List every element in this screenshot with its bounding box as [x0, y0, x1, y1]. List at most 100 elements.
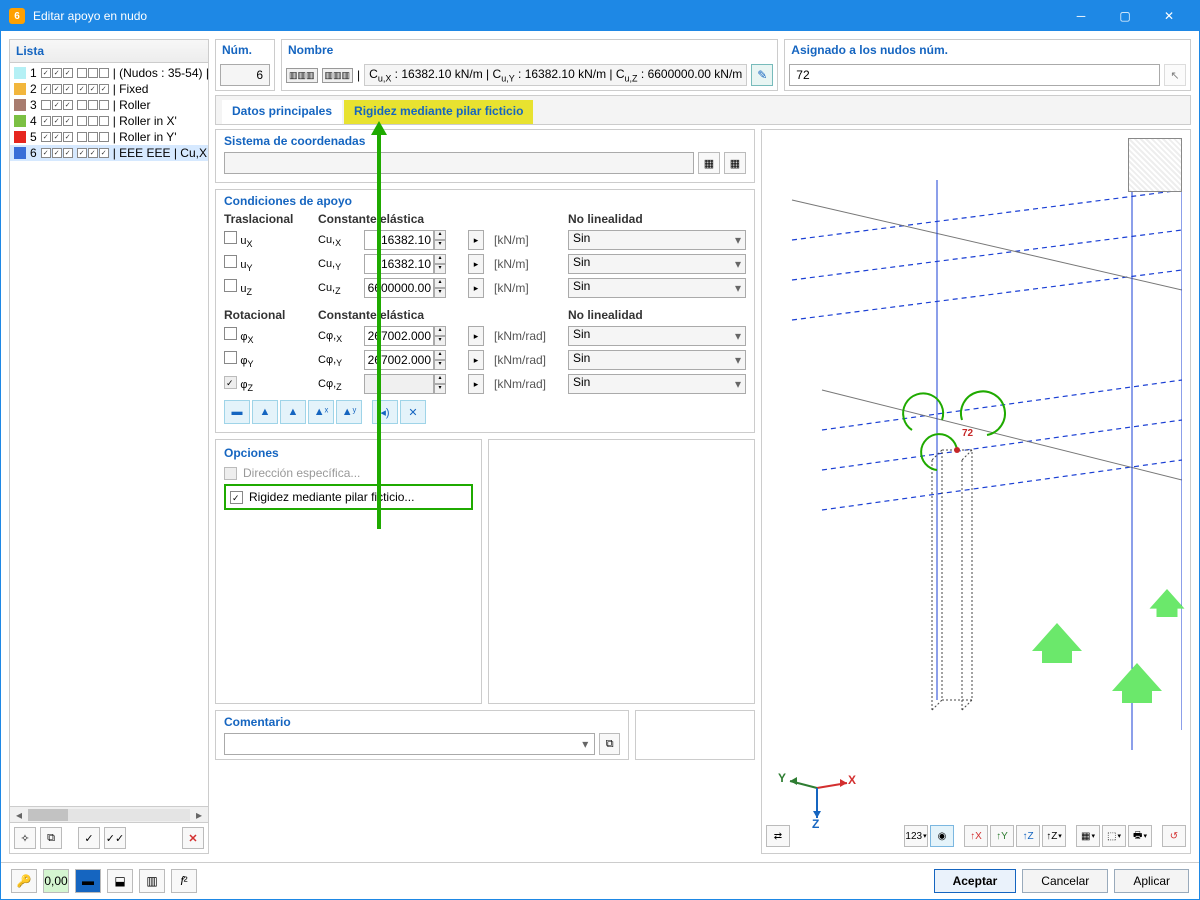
list-item[interactable]: 3 | Roller: [10, 97, 208, 113]
check-all-button[interactable]: ✓✓: [104, 827, 126, 849]
comment-title: Comentario: [224, 715, 620, 729]
preset-free-button[interactable]: ✕: [400, 400, 426, 424]
view-numbers-button[interactable]: 123▾: [904, 825, 928, 847]
view-z-button[interactable]: ↑Z: [1016, 825, 1040, 847]
spring-value-input[interactable]: ▴▾: [364, 374, 464, 394]
checkbox-icon[interactable]: [224, 351, 237, 364]
nonlinearity-combo[interactable]: Sin: [568, 278, 746, 298]
preset-roller-button[interactable]: ▲: [280, 400, 306, 424]
value-menu-button[interactable]: ▸: [468, 350, 484, 370]
checkbox-icon[interactable]: [224, 255, 237, 268]
coord-edit-button[interactable]: ▦: [724, 152, 746, 174]
checkbox-icon[interactable]: [230, 491, 243, 504]
view-projection-button[interactable]: ⬚▾: [1102, 825, 1126, 847]
horizontal-scrollbar[interactable]: ◂ ▸: [10, 806, 208, 822]
view-iso-button[interactable]: ↑Z▾: [1042, 825, 1066, 847]
checkbox-icon[interactable]: [224, 327, 237, 340]
preset-pinned-button[interactable]: ▲: [252, 400, 278, 424]
checkbox-icon[interactable]: [224, 376, 237, 389]
coord-dropdown[interactable]: [224, 152, 694, 174]
view-x-button[interactable]: ↑X: [964, 825, 988, 847]
assigned-nodes-input[interactable]: [789, 64, 1160, 86]
value-menu-button[interactable]: ▸: [468, 326, 484, 346]
view-show-button[interactable]: ◉: [930, 825, 954, 847]
list-body[interactable]: 1 | (Nudos : 35-54) | H 2 | Fixed 3 | Ro…: [10, 63, 208, 806]
nonlinearity-combo[interactable]: Sin: [568, 326, 746, 346]
preset-roller-x-button[interactable]: ▲ˣ: [308, 400, 334, 424]
spring-value-input[interactable]: ▴▾: [364, 326, 464, 346]
view-mode-2-button[interactable]: ⬓: [107, 869, 133, 893]
formula-button[interactable]: f²: [171, 869, 197, 893]
list-item[interactable]: 6 | EEE EEE | Cu,X : 16382.10 kN: [10, 145, 208, 161]
list-item[interactable]: 4 | Roller in X': [10, 113, 208, 129]
list-item[interactable]: 2 | Fixed: [10, 81, 208, 97]
apply-button[interactable]: Aplicar: [1114, 869, 1189, 893]
option-specific-direction[interactable]: Dirección específica...: [224, 464, 473, 482]
comment-combo[interactable]: [224, 733, 595, 755]
delete-button[interactable]: ✕: [182, 827, 204, 849]
badge-icon: ▥▥▥: [286, 68, 318, 83]
view-print-button[interactable]: 🖶▾: [1128, 825, 1152, 847]
preset-sound-button[interactable]: ◂): [372, 400, 398, 424]
nonlinearity-combo[interactable]: Sin: [568, 350, 746, 370]
view-reset-button[interactable]: ↺: [1162, 825, 1186, 847]
spring-value-input[interactable]: ▴▾: [364, 254, 464, 274]
number-box: Núm.: [215, 39, 275, 91]
view-mode-3-button[interactable]: ▥: [139, 869, 165, 893]
copy-item-button[interactable]: ⧉: [40, 827, 62, 849]
preset-roller-y-button[interactable]: ▲ʸ: [336, 400, 362, 424]
nonlinearity-combo[interactable]: Sin: [568, 374, 746, 394]
tab-main-data[interactable]: Datos principales: [222, 100, 342, 124]
spring-value-input[interactable]: ▴▾: [364, 230, 464, 250]
nonlinearity-combo[interactable]: Sin: [568, 230, 746, 250]
view-link-button[interactable]: ⇄: [766, 825, 790, 847]
units-button[interactable]: 0,00: [43, 869, 69, 893]
list-item[interactable]: 5 | Roller in Y': [10, 129, 208, 145]
value-menu-button[interactable]: ▸: [468, 254, 484, 274]
node-number-label: 72: [962, 428, 973, 439]
comment-library-button[interactable]: ⧉: [599, 733, 620, 755]
model-viewport[interactable]: 72 X Y Z: [761, 129, 1191, 854]
nonlinearity-combo[interactable]: Sin: [568, 254, 746, 274]
view-render-button[interactable]: ▦▾: [1076, 825, 1100, 847]
checkbox-icon[interactable]: [224, 231, 237, 244]
value-menu-button[interactable]: ▸: [468, 278, 484, 298]
comment-aux-box: [635, 710, 755, 760]
help-button[interactable]: 🔑: [11, 869, 37, 893]
support-preset-toolbar: ▬ ▲ ▲ ▲ˣ ▲ʸ ◂) ✕: [224, 400, 746, 424]
ok-button[interactable]: Aceptar: [934, 869, 1017, 893]
check-button[interactable]: ✓: [78, 827, 100, 849]
maximize-button[interactable]: ▢: [1103, 1, 1147, 31]
list-item[interactable]: 1 | (Nudos : 35-54) | H: [10, 65, 208, 81]
value-menu-button[interactable]: ▸: [468, 230, 484, 250]
option-fictitious-column[interactable]: Rigidez mediante pilar ficticio...: [230, 488, 467, 506]
pick-nodes-button[interactable]: ↖: [1164, 64, 1186, 86]
checkbox-icon[interactable]: [224, 279, 237, 292]
new-item-button[interactable]: ✧: [14, 827, 36, 849]
scroll-left-icon[interactable]: ◂: [12, 808, 26, 822]
viewport-toolbar: ⇄ 123▾ ◉ ↑X ↑Y ↑Z ↑Z▾ ▦▾ ⬚▾ 🖶▾: [762, 823, 1190, 849]
view-y-button[interactable]: ↑Y: [990, 825, 1014, 847]
options-right-group: [488, 439, 755, 704]
name-box: Nombre ▥▥▥ ▥▥▥ | Cu,X : 16382.10 kN/m | …: [281, 39, 778, 91]
coord-title: Sistema de coordenadas: [224, 134, 746, 148]
close-button[interactable]: ✕: [1147, 1, 1191, 31]
preset-fixed-button[interactable]: ▬: [224, 400, 250, 424]
value-menu-button[interactable]: ▸: [468, 374, 484, 394]
number-input[interactable]: [220, 64, 270, 86]
support-conditions-group: Condiciones de apoyo TraslacionalConstan…: [215, 189, 755, 433]
view-mode-1-button[interactable]: ▬: [75, 869, 101, 893]
options-title: Opciones: [224, 446, 473, 460]
edit-name-button[interactable]: ✎: [751, 64, 773, 86]
badge-icon: ▥▥▥: [322, 68, 354, 83]
cancel-button[interactable]: Cancelar: [1022, 869, 1108, 893]
navigation-cube[interactable]: [1128, 138, 1182, 192]
tab-stiffness-column[interactable]: Rigidez mediante pilar ficticio: [344, 100, 533, 124]
number-label: Núm.: [216, 40, 274, 60]
minimize-button[interactable]: ─: [1059, 1, 1103, 31]
scroll-right-icon[interactable]: ▸: [192, 808, 206, 822]
spring-value-input[interactable]: ▴▾: [364, 350, 464, 370]
checkbox-icon[interactable]: [224, 467, 237, 480]
coord-new-button[interactable]: ▦: [698, 152, 720, 174]
spring-value-input[interactable]: ▴▾: [364, 278, 464, 298]
